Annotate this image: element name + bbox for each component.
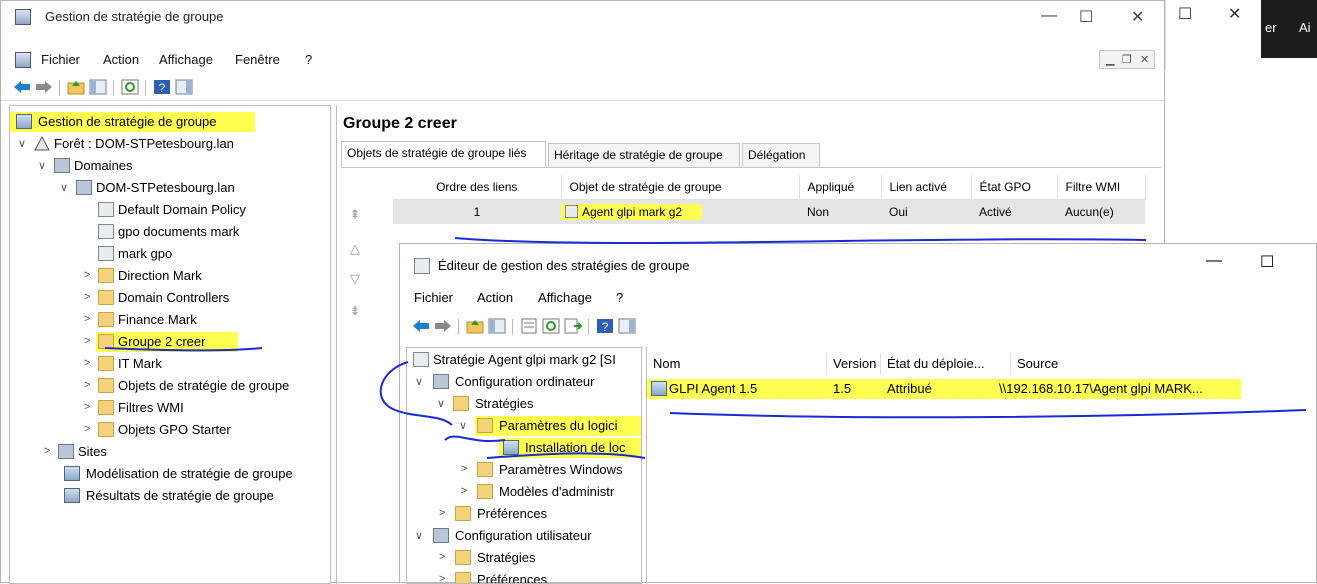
ink-stroke	[454, 237, 1147, 244]
ink-stroke	[444, 435, 506, 442]
ink-stroke	[379, 361, 453, 426]
ink-annotations	[104, 237, 1307, 459]
ink-stroke	[486, 452, 646, 459]
ink-stroke	[669, 409, 1307, 419]
ink-stroke	[104, 347, 263, 352]
